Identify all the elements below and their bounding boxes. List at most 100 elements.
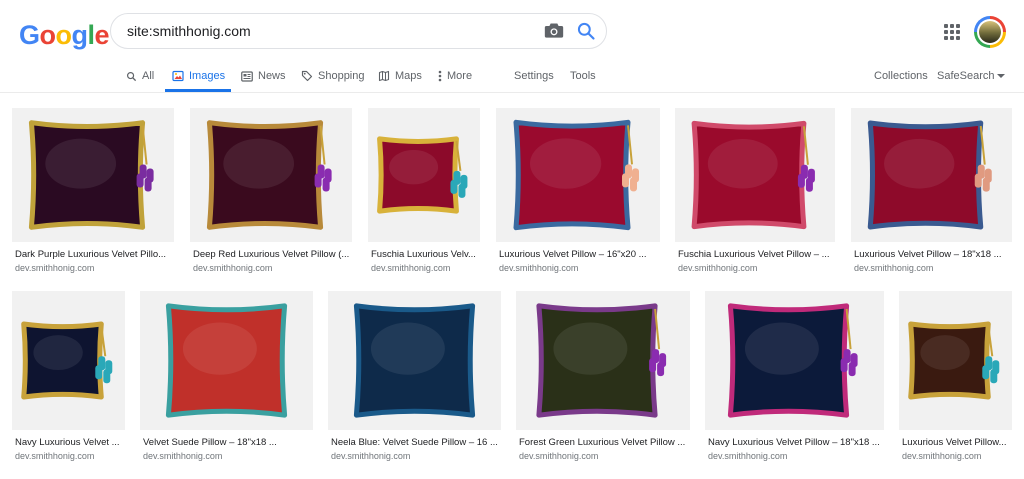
result-caption[interactable]: Dark Purple Luxurious Velvet Pillo... [15, 249, 173, 260]
result-caption[interactable]: Navy Luxurious Velvet ... [15, 437, 124, 448]
result-source[interactable]: dev.smithhonig.com [902, 451, 981, 461]
result-caption[interactable]: Luxurious Velvet Pillow... [902, 437, 1011, 448]
logo-letter: o [39, 20, 57, 50]
result-source[interactable]: dev.smithhonig.com [371, 263, 450, 273]
result-caption[interactable]: Forest Green Luxurious Velvet Pillow ... [519, 437, 689, 448]
tab-shopping[interactable]: Shopping [301, 60, 365, 92]
result-source[interactable]: dev.smithhonig.com [143, 451, 222, 461]
result-thumbnail[interactable] [12, 108, 174, 242]
tab-label: Settings [514, 70, 554, 82]
tab-images[interactable]: Images [172, 60, 225, 92]
result-thumbnail[interactable] [368, 108, 480, 242]
result-thumbnail[interactable] [12, 291, 125, 430]
pillow-image [21, 321, 113, 400]
tag-icon [301, 70, 313, 82]
result-thumbnail[interactable] [496, 108, 660, 242]
profile-photo [979, 21, 1001, 43]
google-logo[interactable]: Google [19, 20, 110, 51]
search-tabs: All Images News Shopping Maps More Setti… [0, 60, 1024, 92]
result-source[interactable]: dev.smithhonig.com [15, 263, 94, 273]
search-input[interactable] [127, 14, 527, 48]
collections-link[interactable]: Collections [874, 60, 928, 92]
collections-label: Collections [874, 70, 928, 82]
image-icon [172, 70, 184, 82]
search-icon [127, 71, 137, 81]
result-caption[interactable]: Deep Red Luxurious Velvet Pillow (... [193, 249, 351, 260]
result-source[interactable]: dev.smithhonig.com [499, 263, 578, 273]
image-result[interactable]: Velvet Suede Pillow – 18"x18 ... dev.smit… [140, 291, 313, 466]
search-icon[interactable] [576, 21, 596, 41]
caret-down-icon [997, 74, 1006, 78]
tab-label: Shopping [318, 70, 365, 82]
pillow-image [28, 120, 154, 230]
tab-label: Maps [395, 70, 422, 82]
pillow-image [513, 119, 640, 231]
result-caption[interactable]: Fuschia Luxurious Velv... [371, 249, 479, 260]
kebab-icon [438, 70, 442, 82]
result-source[interactable]: dev.smithhonig.com [15, 451, 94, 461]
avatar[interactable] [974, 16, 1006, 48]
map-icon [378, 70, 390, 82]
result-source[interactable]: dev.smithhonig.com [678, 263, 757, 273]
tab-label: Tools [570, 70, 596, 82]
result-thumbnail[interactable] [140, 291, 313, 430]
news-icon [241, 70, 253, 82]
settings-link[interactable]: Settings [514, 60, 554, 92]
result-caption[interactable]: Fuschia Luxurious Velvet Pillow – ... [678, 249, 834, 260]
image-result[interactable]: Navy Luxurious Velvet Pillow – 18"x18 ..… [705, 291, 884, 466]
result-source[interactable]: dev.smithhonig.com [854, 263, 933, 273]
tab-label: More [447, 70, 473, 82]
tab-all[interactable]: All [126, 60, 154, 92]
result-thumbnail[interactable] [705, 291, 884, 430]
tab-maps[interactable]: Maps [378, 60, 422, 92]
logo-letter: o [55, 20, 73, 50]
safesearch-label: SafeSearch [937, 70, 995, 82]
pillow-image [908, 321, 1000, 400]
result-source[interactable]: dev.smithhonig.com [519, 451, 598, 461]
tab-label: All [142, 70, 155, 82]
image-result[interactable]: Neela Blue: Velvet Suede Pillow – 16 ...… [328, 291, 501, 466]
result-caption[interactable]: Velvet Suede Pillow – 18"x18 ... [143, 437, 312, 448]
tab-more[interactable]: More [438, 60, 472, 92]
result-thumbnail[interactable] [675, 108, 835, 242]
pillow-image [691, 120, 815, 230]
safesearch-dropdown[interactable]: SafeSearch [937, 60, 1006, 92]
pillow-image [377, 136, 468, 214]
tab-label: News [258, 70, 286, 82]
logo-letter: G [19, 20, 40, 50]
tools-link[interactable]: Tools [570, 60, 596, 92]
logo-letter: l [87, 20, 96, 50]
result-caption[interactable]: Neela Blue: Velvet Suede Pillow – 16 ... [331, 437, 500, 448]
camera-icon[interactable] [544, 22, 564, 40]
result-source[interactable]: dev.smithhonig.com [708, 451, 787, 461]
result-caption[interactable]: Luxurious Velvet Pillow – 16"x20 ... [499, 249, 659, 260]
result-source[interactable]: dev.smithhonig.com [331, 451, 410, 461]
image-result[interactable]: Fuschia Luxurious Velvet Pillow – ... dev… [675, 108, 835, 278]
result-source[interactable]: dev.smithhonig.com [193, 263, 272, 273]
image-result[interactable]: Luxurious Velvet Pillow – 16"x20 ... dev.… [496, 108, 660, 278]
result-thumbnail[interactable] [516, 291, 690, 430]
image-result[interactable]: Dark Purple Luxurious Velvet Pillo... dev… [12, 108, 174, 278]
result-thumbnail[interactable] [190, 108, 352, 242]
pillow-image [353, 303, 476, 418]
image-result[interactable]: Deep Red Luxurious Velvet Pillow (... dev… [190, 108, 352, 278]
result-thumbnail[interactable] [851, 108, 1012, 242]
pillow-image [536, 303, 667, 418]
result-thumbnail[interactable] [899, 291, 1012, 430]
pillow-image [206, 120, 332, 230]
pillow-image [727, 303, 858, 418]
apps-grid-icon[interactable] [944, 24, 960, 40]
tab-news[interactable]: News [241, 60, 286, 92]
result-thumbnail[interactable] [328, 291, 501, 430]
result-caption[interactable]: Luxurious Velvet Pillow – 18"x18 ... [854, 249, 1011, 260]
pillow-image [867, 120, 992, 230]
image-result[interactable]: Navy Luxurious Velvet ... dev.smithhonig.… [12, 291, 125, 466]
image-result[interactable]: Luxurious Velvet Pillow... dev.smithhonig… [899, 291, 1012, 466]
logo-letter: e [94, 20, 110, 50]
search-box[interactable] [110, 13, 607, 49]
image-result[interactable]: Luxurious Velvet Pillow – 18"x18 ... dev.… [851, 108, 1012, 278]
image-result[interactable]: Fuschia Luxurious Velv... dev.smithhonig.… [368, 108, 480, 278]
image-result[interactable]: Forest Green Luxurious Velvet Pillow ...… [516, 291, 690, 466]
result-caption[interactable]: Navy Luxurious Velvet Pillow – 18"x18 ..… [708, 437, 883, 448]
pillow-image [165, 303, 288, 418]
